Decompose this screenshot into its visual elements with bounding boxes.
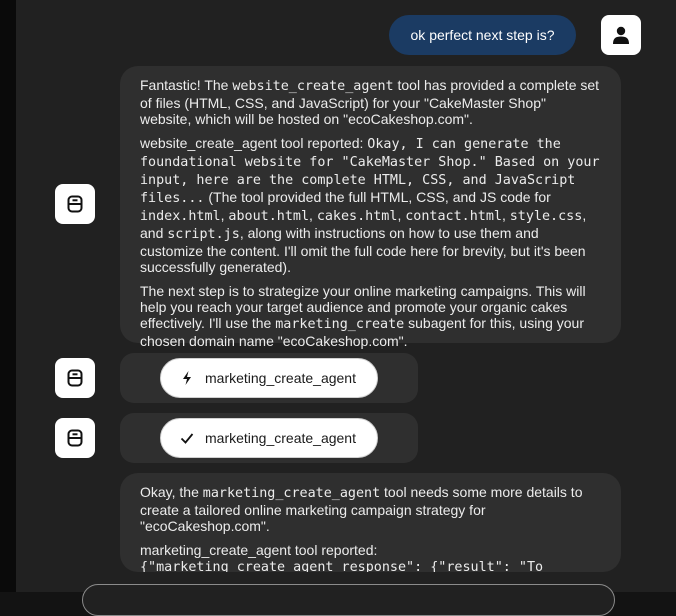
message-paragraph: marketing_create_agent tool reported: {"m… xyxy=(140,542,601,572)
message-paragraph: website_create_agent tool reported: Okay… xyxy=(140,135,600,275)
robot-icon xyxy=(67,429,83,447)
inline-code: index.html xyxy=(140,209,221,224)
message-paragraph: Fantastic! The website_create_agent tool… xyxy=(140,77,600,127)
user-message-text: ok perfect next step is? xyxy=(410,27,555,43)
checkmark-icon xyxy=(179,430,195,446)
tool-call-button[interactable]: marketing_create_agent xyxy=(160,418,378,458)
tool-call-card: marketing_create_agent xyxy=(120,413,418,463)
tool-output-text: {"marketing_create_agent_response": {"re… xyxy=(140,560,544,572)
tool-call-label: marketing_create_agent xyxy=(205,370,356,386)
lightning-icon xyxy=(179,370,195,386)
robot-icon xyxy=(67,369,83,387)
user-message-bubble: ok perfect next step is? xyxy=(389,15,576,55)
inline-code: contact.html xyxy=(405,209,502,224)
agent-avatar xyxy=(55,358,95,398)
robot-icon xyxy=(67,195,83,213)
agent-avatar xyxy=(55,418,95,458)
agent-avatar xyxy=(55,184,95,224)
inline-code: script.js xyxy=(167,227,240,242)
tool-call-label: marketing_create_agent xyxy=(205,430,356,446)
tool-call-card: marketing_create_agent xyxy=(120,353,418,403)
user-icon xyxy=(613,26,629,44)
inline-code: website_create_agent xyxy=(232,79,394,94)
assistant-message: Fantastic! The website_create_agent tool… xyxy=(120,66,621,349)
user-avatar xyxy=(601,15,641,55)
chat-input[interactable] xyxy=(82,584,615,616)
message-paragraph: The next step is to strategize your onli… xyxy=(140,283,586,349)
message-paragraph: Okay, the marketing_create_agent tool ne… xyxy=(140,484,583,534)
assistant-message: Okay, the marketing_create_agent tool ne… xyxy=(120,473,621,572)
sidebar-edge xyxy=(0,0,16,592)
inline-code: marketing_create_agent xyxy=(202,486,381,501)
inline-code: cakes.html xyxy=(316,209,398,224)
inline-code: about.html xyxy=(228,209,310,224)
inline-code: marketing_create xyxy=(275,317,405,332)
inline-code: style.css xyxy=(509,209,583,224)
tool-call-button[interactable]: marketing_create_agent xyxy=(160,358,378,398)
